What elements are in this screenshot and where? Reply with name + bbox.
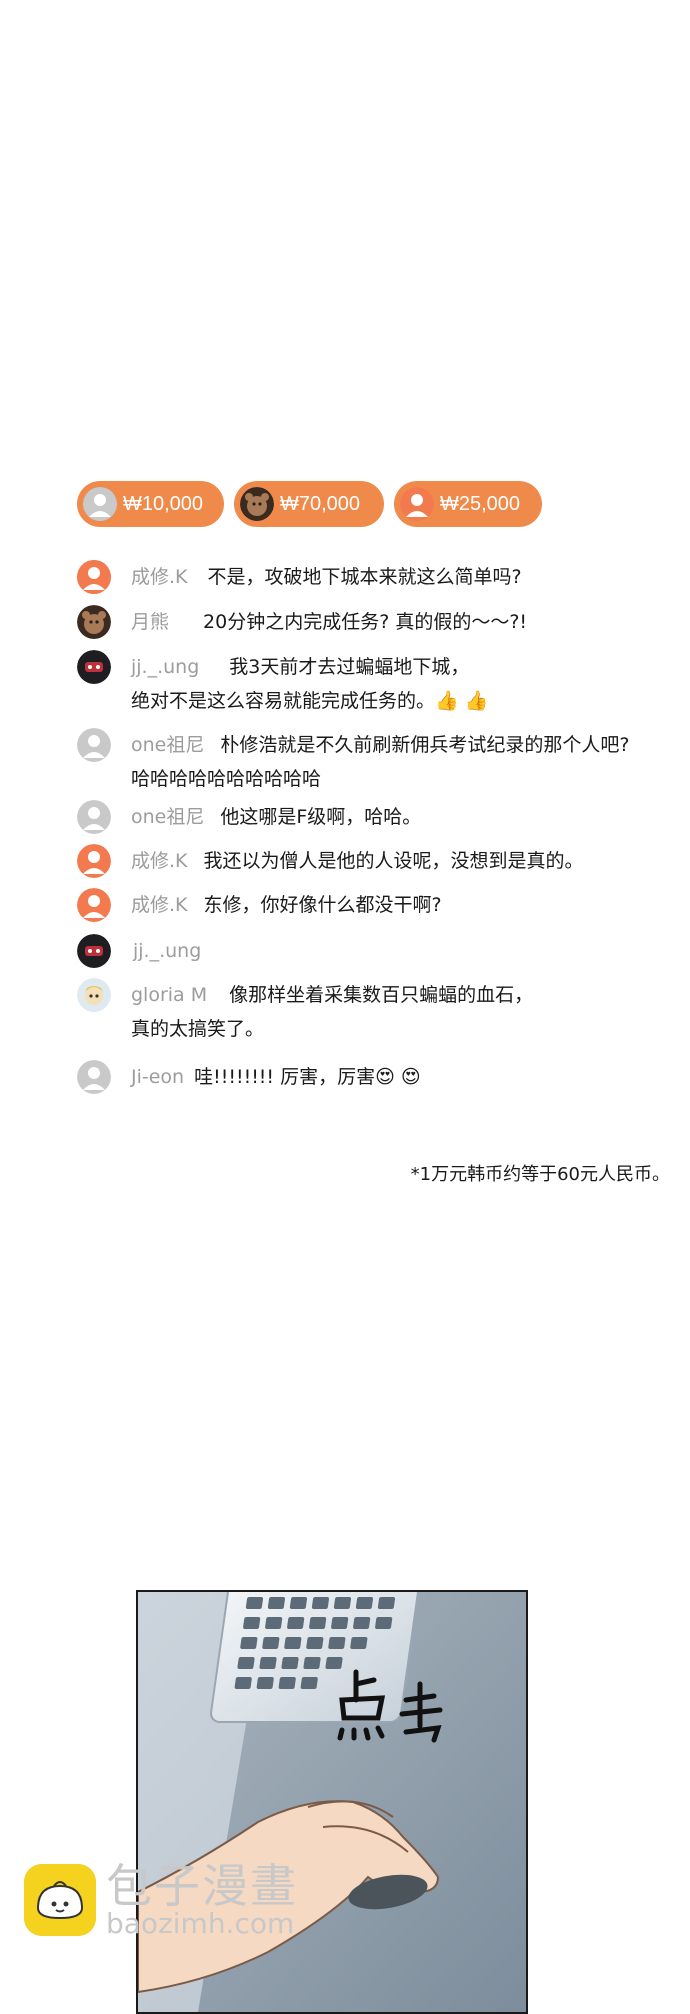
- comment-username: 成修.K: [131, 850, 188, 872]
- site-watermark: 包子漫畫 baozimh.com: [24, 1862, 298, 1938]
- user-avatar: [77, 934, 111, 968]
- donation-pill: ₩70,000: [234, 481, 384, 527]
- user-avatar: [77, 560, 111, 594]
- comment-text: 像那样坐着采集数百只蝙蝠的血石，: [229, 984, 534, 1006]
- bun-logo-icon: [24, 1864, 96, 1936]
- keyboard-hand-illustration: [138, 1592, 526, 2012]
- comment-text: 我3天前才去过蝙蝠地下城，: [229, 656, 470, 678]
- comment-text: 哇!!!!!!!! 厉害，厉害😍 😍: [194, 1066, 421, 1088]
- donation-amount: ₩25,000: [440, 492, 521, 515]
- donation-amount: ₩70,000: [280, 492, 361, 515]
- user-avatar: [77, 844, 111, 878]
- comment-item: Ji-eon 哇!!!!!!!! 厉害，厉害😍 😍: [77, 1060, 421, 1094]
- donation-pill: ₩10,000: [77, 481, 224, 527]
- donor-avatar: [83, 487, 117, 521]
- donation-amount: ₩10,000: [123, 492, 204, 515]
- comment-item: jj._.ung 我3天前才去过蝙蝠地下城，: [77, 650, 469, 684]
- comment-text: 不是，攻破地下城本来就这么简单吗?: [207, 566, 522, 588]
- comment-text: 他这哪是F级啊，哈哈。: [220, 806, 422, 828]
- comment-text: 我还以为僧人是他的人设呢，没想到是真的。: [203, 850, 584, 872]
- comment-text: 20分钟之内完成任务? 真的假的～～?!: [203, 611, 528, 633]
- user-avatar: [77, 1060, 111, 1094]
- comment-username: jj._.ung: [133, 940, 202, 962]
- donor-avatar: [400, 487, 434, 521]
- comment-username: 成修.K: [131, 566, 188, 588]
- donation-bar: ₩10,000 ₩70,000 ₩25,000: [77, 481, 542, 527]
- comment-text: 东修，你好像什么都没干啊?: [203, 894, 442, 916]
- comment-item: 月熊 20分钟之内完成任务? 真的假的～～?!: [77, 605, 527, 639]
- comment-username: 成修.K: [131, 894, 188, 916]
- comment-item: 成修.K 不是，攻破地下城本来就这么简单吗?: [77, 560, 522, 594]
- comment-text: 朴修浩就是不久前刷新佣兵考试纪录的那个人吧?: [220, 734, 630, 756]
- currency-note: *1万元韩币约等于60元人民币。: [410, 1164, 670, 1185]
- donor-avatar: [240, 487, 274, 521]
- comment-username: 月熊: [131, 611, 170, 633]
- watermark-title: 包子漫畫: [106, 1859, 298, 1913]
- comment-text-line2: 绝对不是这么容易就能完成任务的。👍 👍: [131, 690, 489, 712]
- comic-panel: [136, 1590, 528, 2014]
- comment-username: Ji-eon: [131, 1066, 185, 1088]
- user-avatar: [77, 728, 111, 762]
- comment-text-line2: 真的太搞笑了。: [131, 1018, 265, 1040]
- comment-item: jj._.ung: [77, 934, 201, 968]
- comment-item: one祖尼 朴修浩就是不久前刷新佣兵考试纪录的那个人吧?: [77, 728, 629, 762]
- comment-item: 成修.K 我还以为僧人是他的人设呢，没想到是真的。: [77, 844, 584, 878]
- user-avatar: [77, 605, 111, 639]
- comment-item: one祖尼 他这哪是F级啊，哈哈。: [77, 800, 421, 834]
- watermark-url: baozimh.com: [106, 1907, 295, 1940]
- comment-text-line2: 哈哈哈哈哈哈哈哈哈哈: [131, 768, 322, 790]
- comment-item: gloria M 像那样坐着采集数百只蝙蝠的血石，: [77, 978, 533, 1012]
- comment-username: gloria M: [131, 984, 208, 1006]
- comment-username: one祖尼: [131, 806, 205, 828]
- user-avatar: [77, 800, 111, 834]
- comment-username: jj._.ung: [131, 656, 200, 678]
- user-avatar: [77, 650, 111, 684]
- comment-item: 成修.K 东修，你好像什么都没干啊?: [77, 888, 442, 922]
- user-avatar: [77, 888, 111, 922]
- comment-username: one祖尼: [131, 734, 205, 756]
- user-avatar: [77, 978, 111, 1012]
- donation-pill: ₩25,000: [394, 481, 542, 527]
